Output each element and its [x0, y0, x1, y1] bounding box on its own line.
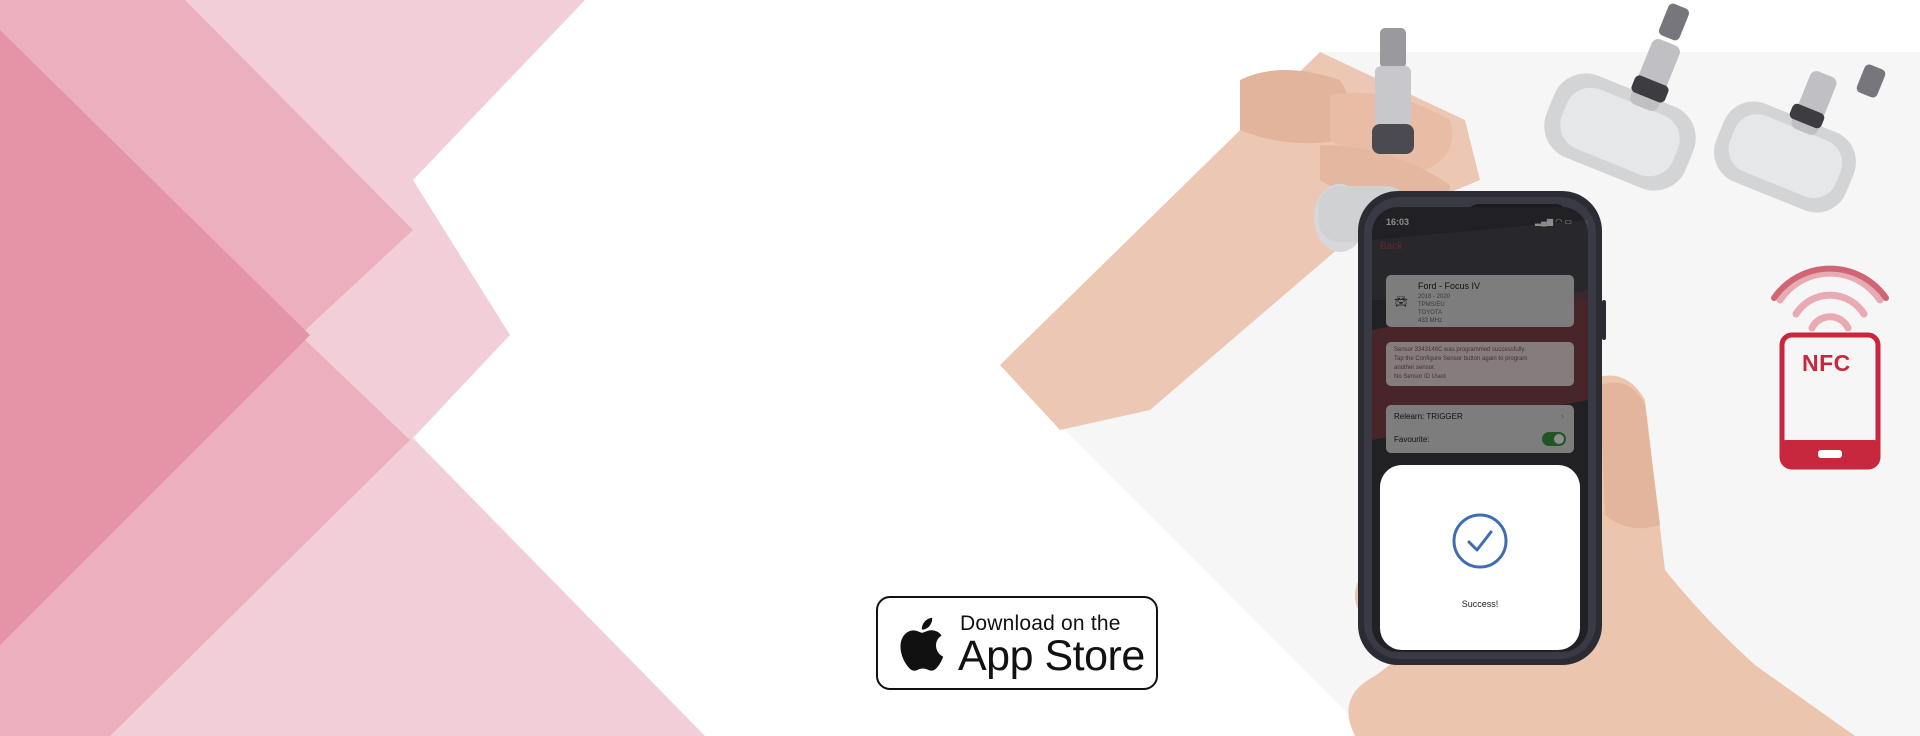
apple-logo-icon — [900, 617, 944, 671]
app-store-badge[interactable]: Download on the App Store — [876, 596, 1158, 690]
hero-banner: 16:03 ▂▄▆ ◠ ▭ Back 🚘︎ Ford - Focus IV 20… — [0, 0, 1920, 736]
success-sheet: Success! — [1380, 465, 1580, 650]
success-text: Success! — [1461, 599, 1499, 609]
check-circle-icon — [1452, 513, 1508, 569]
phone-screen: 16:03 ▂▄▆ ◠ ▭ Back 🚘︎ Ford - Focus IV 20… — [1372, 207, 1588, 652]
badge-app-store-text: App Store — [958, 632, 1145, 680]
nfc-label: NFC — [1802, 350, 1851, 376]
